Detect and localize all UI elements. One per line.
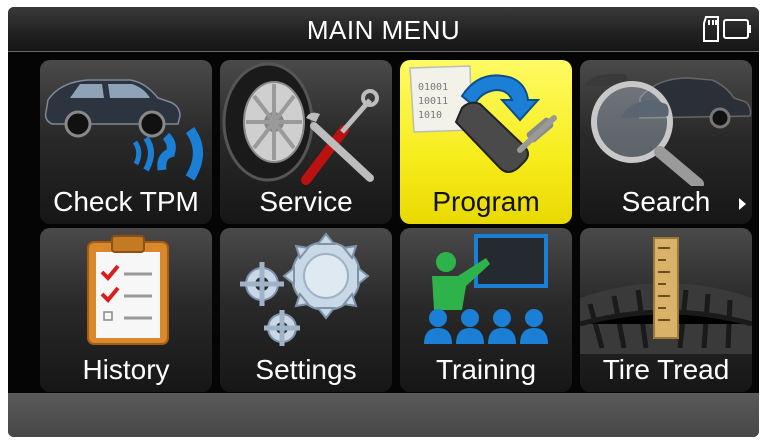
svg-text:1010: 1010 bbox=[418, 110, 442, 121]
menu-tile-check-tpm[interactable]: Check TPM bbox=[40, 60, 212, 224]
car-magnifier-icon bbox=[584, 74, 752, 186]
menu-tile-label: Settings bbox=[255, 354, 357, 385]
menu-tile-label: History bbox=[82, 354, 170, 385]
tire-tools-icon bbox=[222, 62, 379, 185]
tread-gauge-icon bbox=[580, 237, 752, 354]
menu-tile-settings[interactable]: Settings bbox=[220, 228, 392, 392]
menu-tile-label: Training bbox=[435, 354, 537, 385]
menu-tile-label: Search bbox=[621, 186, 711, 217]
battery-icon bbox=[723, 19, 751, 39]
car-signal-icon bbox=[44, 79, 203, 181]
menu-tile-label: Service bbox=[259, 186, 353, 217]
main-menu-grid: Check TPM Service 01001 10011 1010 Progr… bbox=[40, 60, 752, 392]
menu-tile-label: Program bbox=[432, 186, 540, 217]
menu-tile-label: Tire Tread bbox=[602, 354, 730, 385]
menu-tile-service[interactable]: Service bbox=[220, 60, 392, 224]
sd-card-icon bbox=[703, 16, 719, 42]
menu-tile-history[interactable]: History bbox=[40, 228, 212, 392]
menu-tile-program[interactable]: 01001 10011 1010 Program bbox=[400, 60, 572, 224]
title-bar: MAIN MENU bbox=[8, 7, 759, 52]
menu-tile-tire-tread[interactable]: Tire Tread bbox=[580, 228, 752, 392]
svg-text:01001: 01001 bbox=[418, 82, 448, 93]
gears-icon bbox=[240, 232, 370, 346]
svg-text:10011: 10011 bbox=[418, 96, 448, 107]
menu-tile-training[interactable]: Training bbox=[400, 228, 572, 392]
bottom-bar bbox=[8, 393, 759, 437]
menu-tile-label: Check TPM bbox=[53, 186, 199, 217]
presentation-icon bbox=[424, 234, 548, 344]
menu-tile-search[interactable]: Search bbox=[580, 60, 752, 224]
page-title: MAIN MENU bbox=[306, 15, 461, 45]
clipboard-checklist-icon bbox=[87, 235, 169, 345]
more-arrow-icon bbox=[739, 198, 746, 210]
device-screen: MAIN MENU Check TPM Service 01001 10011 … bbox=[8, 7, 759, 437]
sensor-program-icon: 01001 10011 1010 bbox=[409, 65, 557, 173]
